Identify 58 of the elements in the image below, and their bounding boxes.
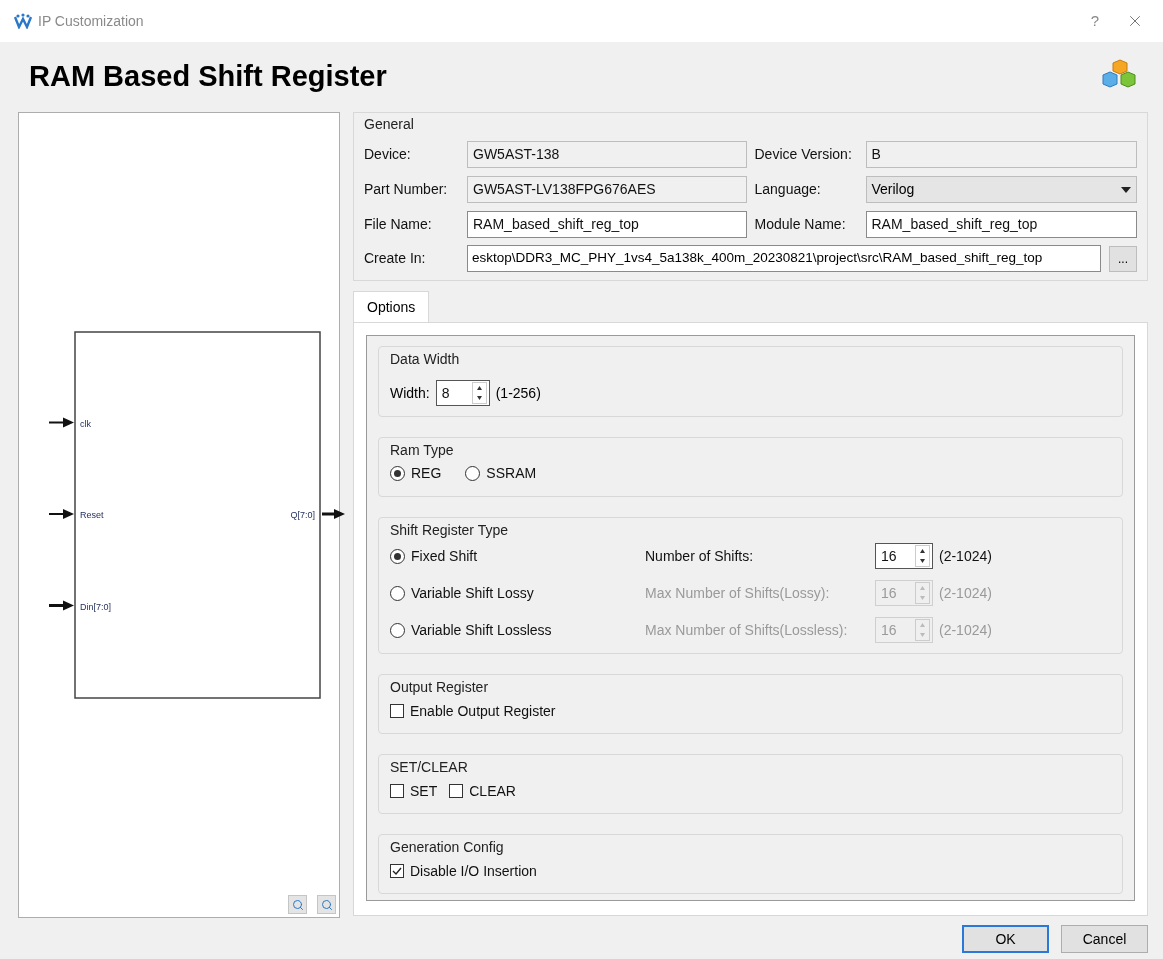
field-label: Device: (364, 145, 412, 164)
range-hint: (2-1024) (939, 546, 992, 566)
radio-button[interactable] (390, 465, 405, 481)
port-label: Reset (80, 510, 104, 520)
port-label: Din[7:0] (80, 601, 112, 612)
range-hint: (2-1024) (939, 583, 992, 603)
field-label: Part Number: (364, 180, 449, 199)
checkbox[interactable] (390, 864, 404, 878)
param-label: Number of Shifts: (645, 546, 755, 566)
group-title: Output Register (390, 678, 490, 697)
field-label: File Name: (364, 215, 433, 234)
dialog-button[interactable]: OK (962, 925, 1049, 953)
checkbox[interactable] (390, 784, 404, 798)
port-label: Q[7:0] (290, 510, 315, 520)
field-label: Create In: (364, 249, 427, 268)
port-label: clk (80, 418, 91, 429)
range-hint: (2-1024) (939, 620, 992, 640)
path-field[interactable]: esktop\DDR3_MC_PHY_1vs4_5a138k_400m_20230821\project\src\RAM_based_shift_reg_top (467, 245, 1101, 272)
dialog-heading: RAM Based Shift Register (29, 59, 387, 95)
text-field[interactable]: RAM_based_shift_reg_top (865, 211, 1137, 238)
field-label: Device Version: (754, 145, 853, 164)
field-label: Language: (754, 180, 822, 199)
text-field[interactable]: GW5AST-138 (467, 141, 747, 168)
group-title: Generation Config (390, 838, 505, 857)
checkbox[interactable] (390, 704, 404, 718)
group-title: Data Width (390, 350, 461, 369)
param-label: Max Number of Shifts(Lossy): (645, 583, 831, 603)
browse-button[interactable]: ... (1109, 245, 1137, 272)
text-field[interactable]: B (865, 141, 1137, 168)
group-title: Shift Register Type (390, 521, 510, 540)
spin-box[interactable]: 8 (435, 380, 490, 406)
text-field[interactable]: RAM_based_shift_reg_top (467, 211, 747, 238)
group-title: General (364, 115, 415, 134)
app-logo-icon (14, 13, 32, 29)
radio-button[interactable] (465, 465, 481, 481)
spin-box[interactable]: 16 (875, 543, 933, 569)
radio-label[interactable]: REG (411, 462, 442, 484)
radio-label[interactable]: SSRAM (486, 462, 537, 484)
checkbox-label[interactable]: SET (410, 780, 438, 802)
field-label: Module Name: (754, 215, 847, 234)
dropdown-caret-icon[interactable] (1121, 186, 1131, 193)
param-label: Max Number of Shifts(Lossless): (645, 620, 849, 640)
field-label: Width: (390, 383, 430, 403)
range-hint: (1-256) (495, 383, 541, 403)
checkbox-label[interactable]: CLEAR (469, 780, 516, 802)
checkbox-label[interactable]: Disable I/O Insertion (410, 860, 537, 882)
checkbox[interactable] (449, 784, 464, 798)
checkbox-label[interactable]: Enable Output Register (410, 700, 556, 722)
help-button[interactable]: ? (1075, 9, 1115, 33)
group-title: Ram Type (390, 441, 455, 460)
language-dropdown[interactable]: Verilog (865, 176, 1137, 203)
radio-label[interactable]: Fixed Shift (411, 545, 478, 567)
window-title: IP Customization (38, 11, 145, 31)
dialog-button[interactable]: Cancel (1061, 925, 1148, 953)
tab[interactable]: Options (353, 291, 430, 322)
radio-button[interactable] (390, 548, 405, 564)
group-title: SET/CLEAR (390, 758, 469, 777)
text-field[interactable]: GW5AST-LV138FPG676AES (467, 176, 747, 203)
